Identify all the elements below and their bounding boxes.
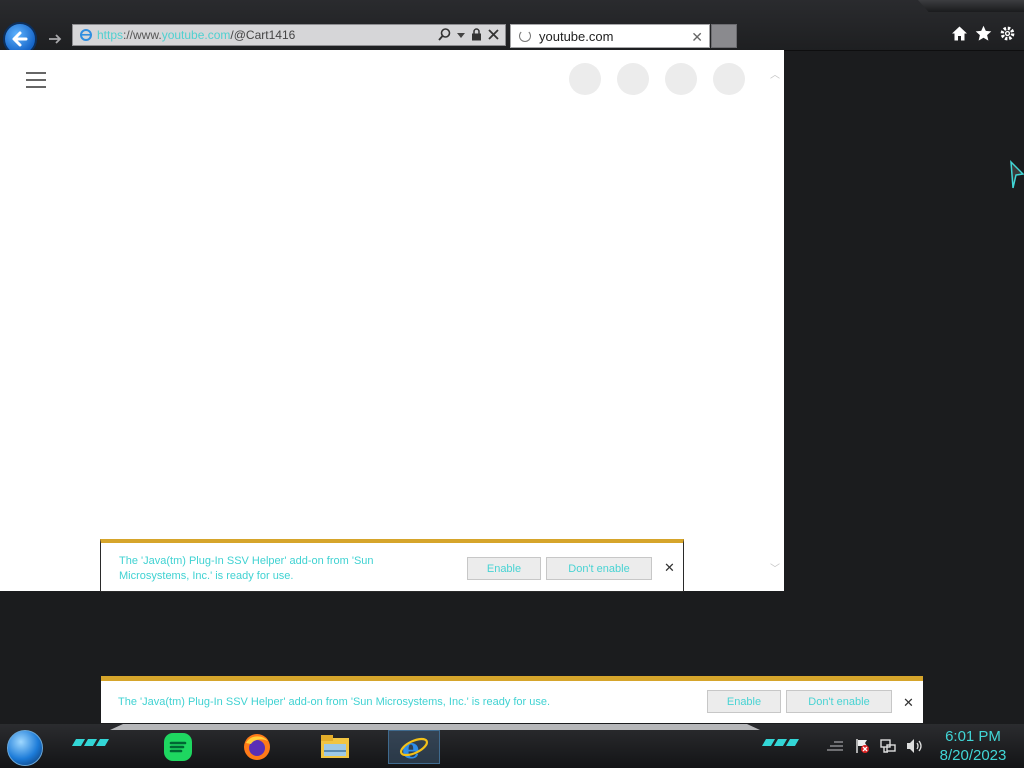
volume-icon[interactable] [906,738,924,754]
show-hidden-icons-icon[interactable] [826,738,844,752]
notification-message: The 'Java(tm) Plug-In SSV Helper' add-on… [119,555,374,582]
file-explorer-icon[interactable] [318,730,352,764]
arrow-right-icon [49,34,62,44]
placeholder-avatar [569,63,601,95]
system-tray [826,738,924,754]
stop-icon[interactable] [488,29,499,40]
address-bar-actions [438,28,499,41]
clock-date: 8/20/2023 [939,747,1007,764]
window-decoration [918,0,1024,12]
url-path: /@Cart1416 [230,28,296,42]
lock-icon[interactable] [471,28,482,41]
home-icon[interactable] [951,25,968,42]
arrow-left-icon [12,31,28,47]
favorites-star-icon[interactable] [975,25,992,42]
menu-hamburger-icon[interactable] [26,72,46,88]
notification-message: The 'Java(tm) Plug-In SSV Helper' add-on… [118,696,551,708]
spotify-icon[interactable] [161,730,195,764]
placeholder-avatar [617,63,649,95]
placeholder-avatar [665,63,697,95]
scroll-down-chevron-icon[interactable]: ﹀ [770,560,780,575]
address-bar[interactable]: https ://www. youtube.com /@Cart1416 [72,24,506,46]
page-viewport: ︿ ﹀ [0,50,784,591]
system-clock[interactable]: 6:01 PM 8/20/2023 [930,727,1016,765]
tab-youtube[interactable]: youtube.com ✕ [510,24,710,48]
close-icon[interactable]: ✕ [903,695,914,711]
start-button[interactable] [7,730,43,766]
dont-enable-button[interactable]: Don't enable [546,557,652,580]
clock-time: 6:01 PM [945,728,1001,745]
mouse-cursor-icon [1010,160,1024,189]
action-center-flag-icon[interactable] [854,738,870,754]
dropdown-icon[interactable] [457,31,465,39]
browser-chrome: https ://www. youtube.com /@Cart1416 you… [0,0,1024,56]
enable-button[interactable]: Enable [467,557,541,580]
taskbar-chevron-decoration [71,739,110,746]
placeholder-avatar [713,63,745,95]
addon-notification-bar-bottom: The 'Java(tm) Plug-In SSV Helper' add-on… [101,676,923,723]
ie-page-icon [80,29,92,41]
enable-button[interactable]: Enable [707,690,781,713]
taskbar-chevron-decoration [761,739,800,746]
dont-enable-button[interactable]: Don't enable [786,690,892,713]
network-icon[interactable] [880,738,896,754]
taskbar: e 6:01 PM 8/20/2023 [0,724,1024,768]
url-prefix: ://www. [123,28,162,42]
settings-gear-icon[interactable] [999,25,1016,42]
new-tab-button[interactable] [711,24,737,48]
search-icon[interactable] [438,28,451,41]
forward-button[interactable] [44,28,66,50]
close-icon[interactable]: ✕ [664,560,675,576]
addon-notification-bar: The 'Java(tm) Plug-In SSV Helper' add-on… [100,539,684,592]
loading-spinner-icon [519,30,531,42]
internet-explorer-icon[interactable]: e [388,730,440,764]
url-host: youtube.com [161,28,231,42]
scroll-up-chevron-icon[interactable]: ︿ [770,66,780,81]
firefox-icon[interactable] [240,730,274,764]
tab-close-icon[interactable]: ✕ [691,29,703,46]
toolbar-icons [951,25,1016,42]
tab-title: youtube.com [539,28,614,44]
url-protocol: https [97,28,124,42]
